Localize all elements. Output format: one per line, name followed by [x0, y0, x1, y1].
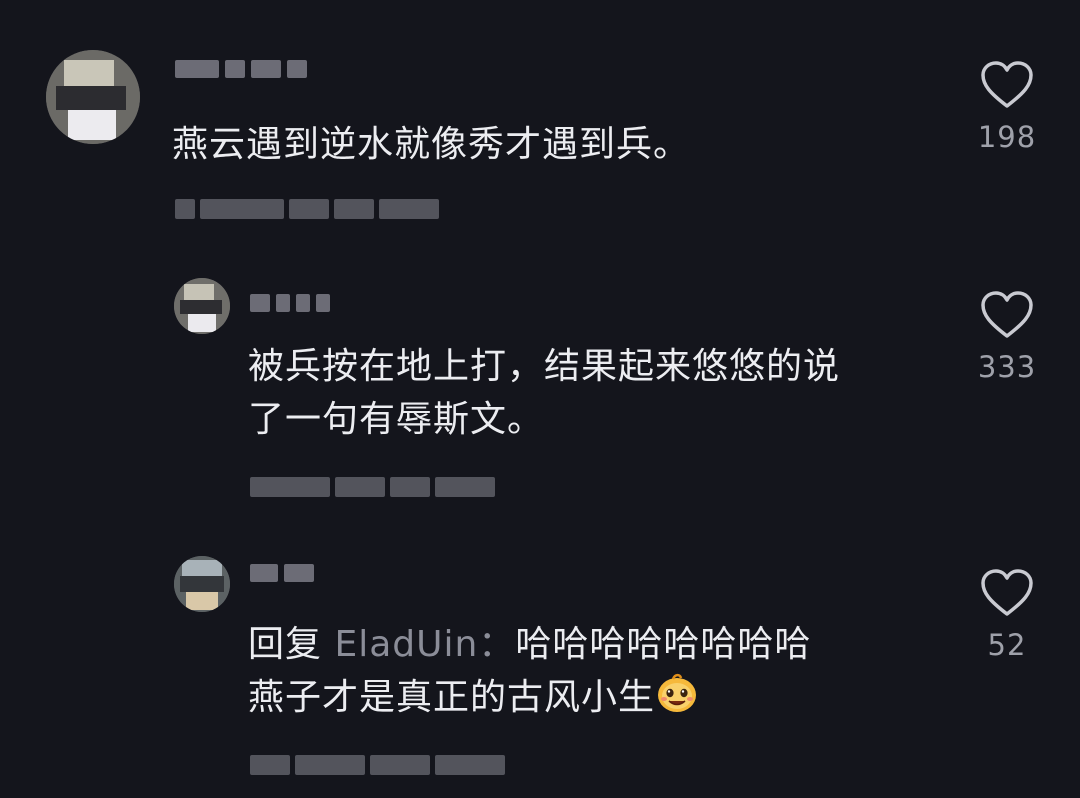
like-count: 198 [977, 120, 1037, 154]
like-count: 333 [977, 350, 1037, 384]
like-button[interactable]: 198 [947, 60, 1067, 154]
comment-text: 被兵按在地上打，结果起来悠悠的说 了一句有辱斯文。 [248, 346, 841, 440]
heart-outline-icon [981, 569, 1033, 616]
avatar[interactable] [46, 50, 140, 144]
username-blurred[interactable] [250, 560, 314, 586]
avatar[interactable] [174, 556, 230, 612]
heart-outline-icon [981, 61, 1033, 108]
like-button[interactable]: 52 [947, 568, 1067, 662]
comment-meta-blurred [250, 752, 505, 778]
mention-link[interactable]: EladUin： [334, 624, 515, 665]
reply-item: 回复 EladUin：哈哈哈哈哈哈哈哈 燕子才是真正的古风小生 52 [0, 540, 1080, 798]
grinning-face-emoji [658, 673, 697, 712]
like-count: 52 [987, 628, 1027, 662]
like-button[interactable]: 333 [947, 290, 1067, 384]
comment-meta-blurred [250, 474, 495, 500]
comment-text: 燕云遇到逆水就像秀才遇到兵。 [172, 124, 691, 165]
username-blurred[interactable] [250, 290, 330, 316]
heart-outline-icon [981, 291, 1033, 338]
comment-text-line2: 燕子才是真正的古风小生 [248, 677, 656, 718]
comment-text: 回复 EladUin：哈哈哈哈哈哈哈哈 燕子才是真正的古风小生 [248, 618, 811, 724]
avatar[interactable] [174, 278, 230, 334]
comment-meta-blurred [175, 196, 439, 222]
comment-text-line1: 哈哈哈哈哈哈哈哈 [515, 624, 812, 665]
comment-item: 燕云遇到逆水就像秀才遇到兵。 198 [0, 0, 1080, 250]
username-blurred[interactable] [175, 56, 307, 82]
reply-item: 被兵按在地上打，结果起来悠悠的说 了一句有辱斯文。 333 [0, 260, 1080, 520]
reply-prefix: 回复 [248, 624, 323, 665]
